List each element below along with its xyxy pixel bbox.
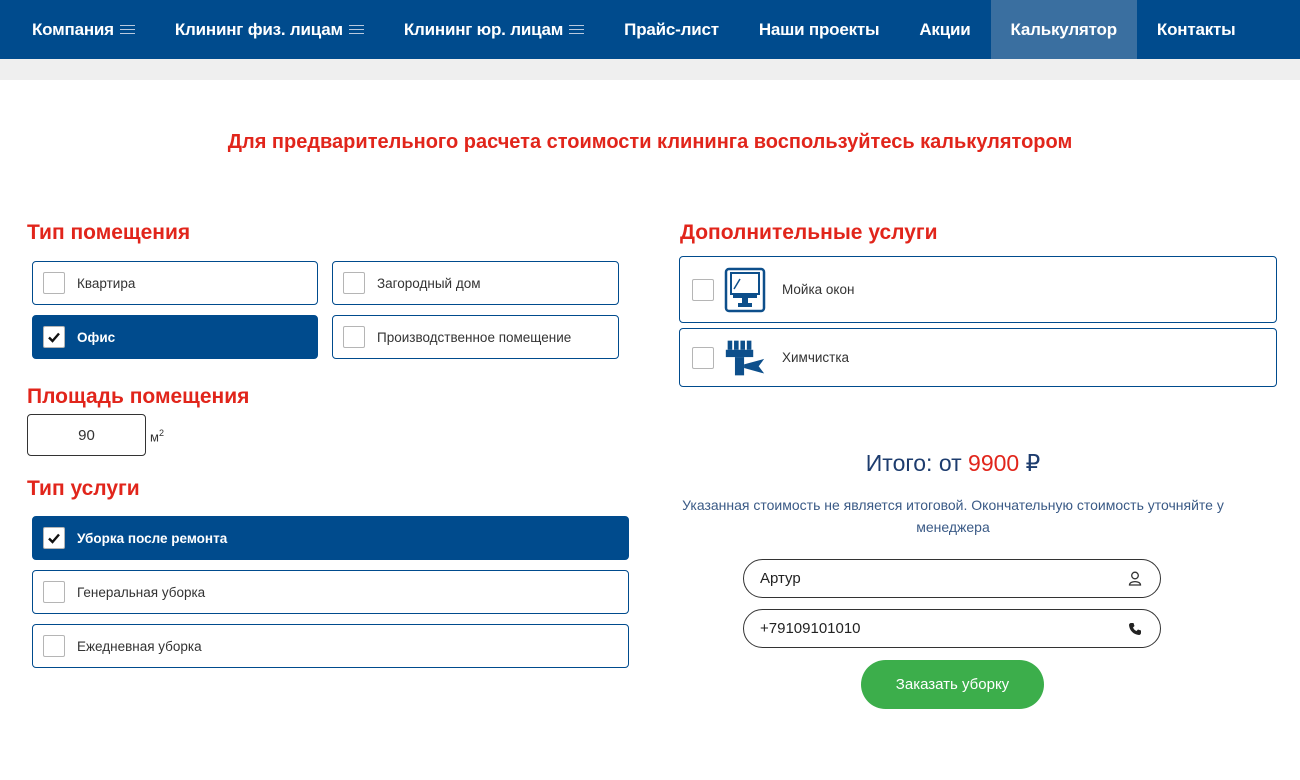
nav-label: Компания (32, 19, 114, 39)
nav-item-calculator[interactable]: Калькулятор (990, 0, 1137, 59)
window-cleaning-icon (724, 267, 766, 312)
phone-icon (1126, 620, 1144, 638)
price-disclaimer: Указанная стоимость не является итоговой… (682, 497, 1224, 535)
nav-label: Акции (919, 19, 971, 39)
unit-text: м (150, 429, 159, 445)
area-input[interactable] (27, 414, 146, 456)
option-label: Уборка после ремонта (77, 530, 228, 546)
name-field[interactable] (743, 559, 1161, 598)
menu-icon (119, 22, 135, 37)
nav-label: Прайс-лист (624, 19, 719, 39)
room-option-apartment[interactable]: Квартира (32, 261, 318, 305)
name-input[interactable] (760, 570, 1126, 587)
service-type-title: Тип услуги (27, 477, 140, 500)
nav-item-contacts[interactable]: Контакты (1137, 0, 1256, 59)
nav-label: Клининг физ. лицам (174, 19, 343, 39)
nav-label: Наши проекты (758, 19, 880, 39)
room-option-industrial[interactable]: Производственное помещение (332, 315, 619, 359)
checkbox[interactable] (43, 326, 65, 348)
nav-item-cleaning-companies[interactable]: Клининг юр. лицам (384, 0, 604, 59)
currency-symbol: ₽ (1025, 450, 1041, 476)
calculator-heading: Для предварительного расчета стоимости к… (227, 131, 1073, 153)
room-option-office[interactable]: Офис (32, 315, 318, 359)
checkbox[interactable] (692, 346, 714, 369)
option-label: Генеральная уборка (77, 584, 206, 600)
checkbox[interactable] (343, 326, 365, 348)
service-option-general[interactable]: Генеральная уборка (32, 570, 629, 614)
room-option-country-house[interactable]: Загородный дом (332, 261, 619, 305)
phone-input[interactable] (760, 620, 1126, 637)
total-price: Итого: от 9900 ₽ (680, 450, 1226, 477)
extra-window-cleaning[interactable]: Мойка окон (679, 256, 1277, 323)
option-label: Мойка окон (782, 282, 855, 297)
option-label: Производственное помещение (377, 329, 572, 345)
top-navigation: Компания Клининг физ. лицам Клининг юр. … (0, 0, 1300, 59)
nav-item-price-list[interactable]: Прайс-лист (604, 0, 739, 59)
checkbox[interactable] (692, 278, 714, 301)
service-option-after-renovation[interactable]: Уборка после ремонта (32, 516, 629, 560)
checkbox[interactable] (43, 635, 65, 657)
dry-cleaning-icon (724, 337, 766, 379)
option-label: Ежедневная уборка (77, 638, 202, 654)
phone-field[interactable] (743, 609, 1161, 648)
option-label: Офис (77, 329, 116, 345)
nav-item-cleaning-individuals[interactable]: Клининг физ. лицам (155, 0, 384, 59)
total-prefix: Итого: от (865, 450, 962, 476)
nav-item-promotions[interactable]: Акции (899, 0, 990, 59)
checkmark-icon (48, 332, 60, 343)
nav-item-projects[interactable]: Наши проекты (739, 0, 900, 59)
unit-superscript: 2 (158, 428, 164, 438)
total-amount: 9900 (968, 450, 1020, 476)
checkbox[interactable] (43, 581, 65, 603)
area-unit: м2 (150, 428, 164, 444)
checkbox[interactable] (43, 527, 65, 549)
extra-dry-cleaning[interactable]: Химчистка (679, 328, 1277, 387)
nav-label: Калькулятор (1010, 19, 1118, 39)
option-label: Химчистка (782, 350, 850, 365)
nav-label: Клининг юр. лицам (403, 19, 564, 39)
user-icon (1126, 570, 1144, 588)
room-type-title: Тип помещения (27, 221, 191, 244)
option-label: Загородный дом (377, 275, 481, 291)
checkbox[interactable] (343, 272, 365, 294)
extras-title: Дополнительные услуги (680, 221, 938, 244)
service-option-daily[interactable]: Ежедневная уборка (32, 624, 629, 668)
menu-icon (348, 22, 364, 37)
menu-icon (569, 22, 585, 37)
checkbox[interactable] (43, 272, 65, 294)
checkmark-icon (48, 533, 60, 544)
area-title: Площадь помещения (27, 385, 250, 408)
option-label: Квартира (77, 275, 136, 291)
order-cleaning-button[interactable]: Заказать уборку (861, 660, 1044, 709)
nav-item-company[interactable]: Компания (12, 0, 155, 59)
nav-subbar (0, 59, 1300, 80)
nav-label: Контакты (1156, 19, 1236, 39)
